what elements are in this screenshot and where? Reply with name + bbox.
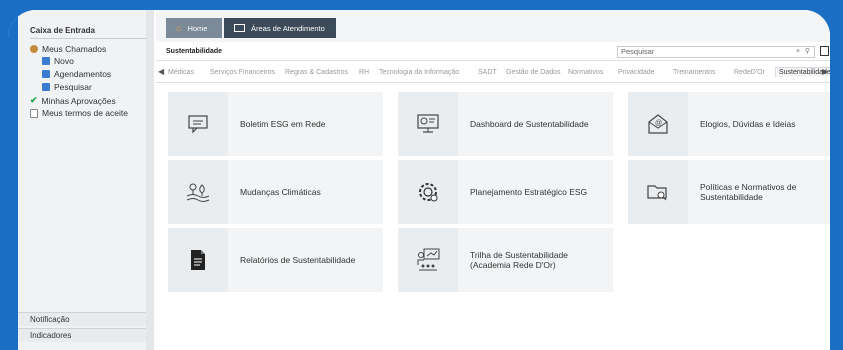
tab-treinamentos[interactable]: Treinamentos <box>673 69 716 76</box>
tab-normativos[interactable]: Normativos <box>568 69 603 76</box>
tile-elogios[interactable]: @ Elogios, Dúvidas e Ideias <box>628 92 830 156</box>
sidebar-item-label: Agendamentos <box>54 69 112 79</box>
checkmark-icon: ✔ <box>30 95 38 105</box>
tile-politicas-normativos[interactable]: Políticas e Normativos de Sustentabilida… <box>628 160 830 224</box>
new-document-icon <box>42 57 50 65</box>
tab-rede-dor[interactable]: RedeD'Or <box>734 69 765 76</box>
home-icon: ⌂ <box>176 23 182 33</box>
sidebar-item-label: Meus Chamados <box>42 44 107 54</box>
tile-label: Boletim ESG em Rede <box>240 118 326 129</box>
sidebar-item-label: Pesquisar <box>54 82 92 92</box>
tile-label: Mudanças Climáticas <box>240 186 321 197</box>
email-icon: @ <box>628 92 688 156</box>
tab-sadt[interactable]: SADT <box>478 69 497 76</box>
tile-label: Elogios, Dúvidas e Ideias <box>700 118 796 129</box>
newsletter-icon <box>168 92 228 156</box>
climate-plants-icon <box>168 160 228 224</box>
tile-mudancas-climaticas[interactable]: Mudanças Climáticas <box>168 160 383 224</box>
tile-trilha-sustentabilidade[interactable]: Trilha de Sustentabilidade (Academia Red… <box>398 228 613 292</box>
strategy-gear-icon <box>398 160 458 224</box>
sidebar-item-minhas-aprovacoes[interactable]: ✔ Minhas Aprovações <box>30 95 116 106</box>
home-button[interactable]: ⌂ Home <box>166 18 222 38</box>
category-tabs: ◀ Médicas Serviços Financeiros Regras & … <box>156 66 830 83</box>
dashboard-monitor-icon <box>398 92 458 156</box>
svg-text:@: @ <box>655 120 662 127</box>
sidebar-item-agendamentos[interactable]: Agendamentos <box>42 69 111 79</box>
title-bar: Sustentabilidade Pesquisar × ⚲ <box>156 44 830 61</box>
sidebar-footer-notificacao[interactable]: Notificação <box>18 312 147 326</box>
search-document-icon <box>42 83 50 91</box>
tab-regras-cadastros[interactable]: Regras & Cadastros <box>285 69 348 76</box>
areas-label: Áreas de Atendimento <box>251 23 325 33</box>
tile-label: Relatórios de Sustentabilidade <box>240 254 356 265</box>
report-document-icon <box>168 228 228 292</box>
sidebar-item-meus-chamados[interactable]: Meus Chamados <box>30 44 106 54</box>
tab-privacidade[interactable]: Privacidade <box>618 69 655 76</box>
tile-relatorios[interactable]: Relatórios de Sustentabilidade <box>168 228 383 292</box>
sidebar-item-novo[interactable]: Novo <box>42 56 74 66</box>
layout-toggle-icon[interactable] <box>820 46 829 56</box>
tile-label: Planejamento Estratégico ESG <box>470 186 588 197</box>
main-content: ⌂ Home Áreas de Atendimento Sustentabili… <box>156 10 830 350</box>
areas-button[interactable]: Áreas de Atendimento <box>224 18 336 38</box>
sidebar-item-termos-aceite[interactable]: Meus termos de aceite <box>30 108 128 118</box>
page-title: Sustentabilidade <box>166 48 223 55</box>
sidebar-item-label: Meus termos de aceite <box>42 108 128 118</box>
home-label: Home <box>187 23 208 33</box>
tile-label: Trilha de Sustentabilidade (Academia Red… <box>470 249 568 270</box>
tile-planejamento-esg[interactable]: Planejamento Estratégico ESG <box>398 160 613 224</box>
tab-rh[interactable]: RH <box>359 69 369 76</box>
tab-medicas[interactable]: Médicas <box>168 69 194 76</box>
tile-dashboard-sustentabilidade[interactable]: Dashboard de Sustentabilidade <box>398 92 613 156</box>
tile-label: Dashboard de Sustentabilidade <box>470 118 589 129</box>
training-presentation-icon <box>398 228 458 292</box>
tab-servicos-financeiros[interactable]: Serviços Financeiros <box>210 69 275 76</box>
sidebar-item-label: Minhas Aprovações <box>41 95 116 106</box>
app-window: Caixa de Entrada Meus Chamados Novo Agen… <box>8 10 830 350</box>
tile-label: Políticas e Normativos de Sustentabilida… <box>700 181 797 202</box>
scroll-left-icon[interactable]: ◀ <box>158 67 164 76</box>
tab-gestao-dados[interactable]: Gestão de Dados <box>506 69 560 76</box>
panel-splitter[interactable] <box>146 10 154 350</box>
inbox-title: Caixa de Entrada <box>30 26 95 35</box>
grid-icon <box>234 24 245 32</box>
sidebar-item-label: Novo <box>54 56 74 66</box>
search-input[interactable]: Pesquisar × ⚲ <box>617 46 815 58</box>
calendar-icon <box>42 70 50 78</box>
sidebar-divider <box>30 38 150 39</box>
search-icon[interactable]: ⚲ <box>805 48 810 55</box>
top-navbar: ⌂ Home Áreas de Atendimento <box>156 10 830 42</box>
user-icon <box>30 45 38 53</box>
tab-ti[interactable]: Tecnologia da Informação <box>379 69 459 76</box>
tile-boletim-esg[interactable]: Boletim ESG em Rede <box>168 92 383 156</box>
scroll-right-icon[interactable]: ▶ <box>822 67 828 76</box>
document-icon <box>30 108 38 118</box>
sidebar-item-pesquisar[interactable]: Pesquisar <box>42 82 92 92</box>
clear-icon[interactable]: × <box>796 48 800 55</box>
folder-search-icon <box>628 160 688 224</box>
search-placeholder: Pesquisar <box>621 47 655 56</box>
sidebar: Caixa de Entrada Meus Chamados Novo Agen… <box>18 10 150 350</box>
